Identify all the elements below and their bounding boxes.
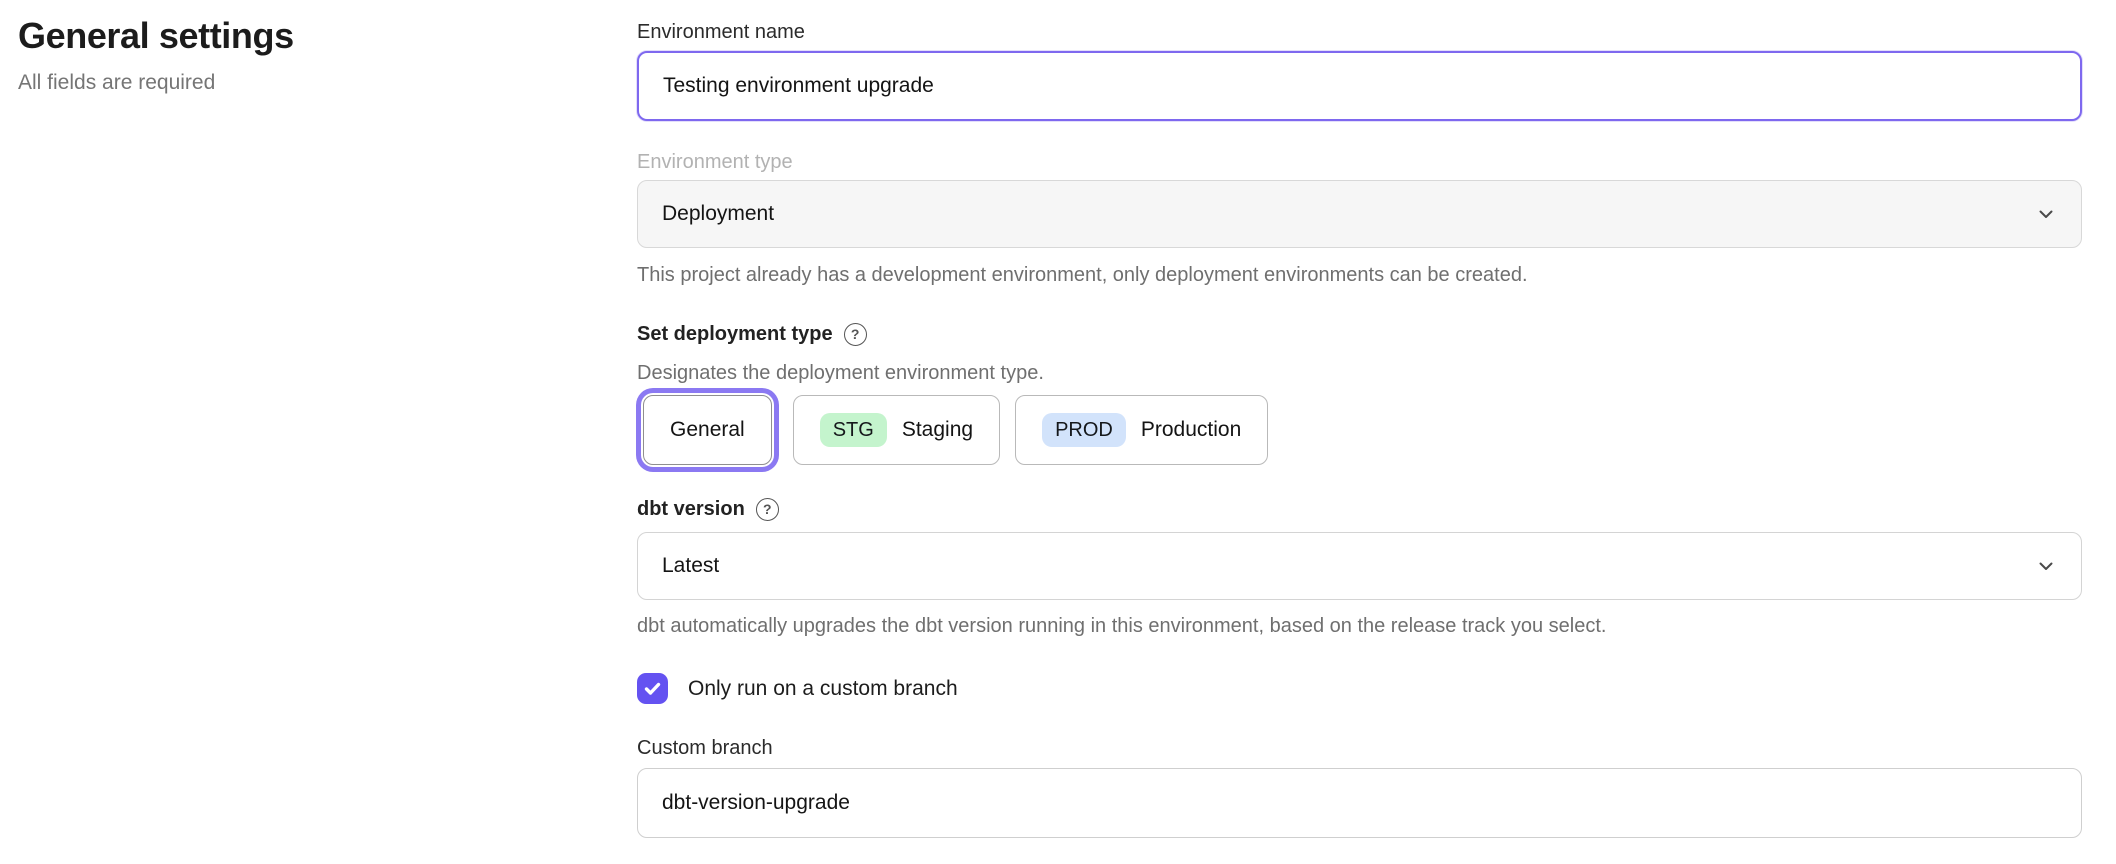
- custom-branch-toggle-row: Only run on a custom branch: [637, 673, 2082, 704]
- custom-branch-checkbox[interactable]: [637, 673, 668, 704]
- deployment-type-label: Set deployment type: [637, 320, 833, 348]
- environment-type-value: Deployment: [662, 202, 774, 226]
- environment-settings-form: Environment name Environment type Deploy…: [637, 0, 2082, 838]
- deployment-type-general-label: General: [670, 418, 745, 442]
- prod-badge: PROD: [1042, 413, 1126, 447]
- environment-type-select: Deployment: [637, 180, 2082, 248]
- dbt-version-helper: dbt automatically upgrades the dbt versi…: [637, 612, 2082, 640]
- chevron-down-icon: [2035, 555, 2057, 577]
- dbt-version-label: dbt version: [637, 495, 745, 523]
- environment-name-label: Environment name: [637, 18, 2082, 46]
- environment-type-label: Environment type: [637, 148, 2082, 176]
- help-icon[interactable]: ?: [844, 323, 867, 346]
- deployment-type-production-label: Production: [1141, 418, 1241, 442]
- page-subtitle: All fields are required: [18, 70, 294, 96]
- environment-name-input[interactable]: [637, 51, 2082, 121]
- settings-header: General settings All fields are required: [18, 14, 294, 96]
- dbt-version-select[interactable]: Latest: [637, 532, 2082, 600]
- help-icon[interactable]: ?: [756, 498, 779, 521]
- deployment-type-options: General STG Staging PROD Production: [637, 395, 2082, 465]
- custom-branch-toggle-label[interactable]: Only run on a custom branch: [688, 677, 958, 701]
- check-icon: [643, 679, 662, 698]
- deployment-type-staging-label: Staging: [902, 418, 973, 442]
- deployment-type-staging-button[interactable]: STG Staging: [793, 395, 1000, 465]
- page-title: General settings: [18, 14, 294, 58]
- deployment-type-helper: Designates the deployment environment ty…: [637, 359, 2082, 387]
- dbt-version-value: Latest: [662, 554, 719, 578]
- environment-type-helper: This project already has a development e…: [637, 261, 2082, 289]
- deployment-type-production-button[interactable]: PROD Production: [1015, 395, 1268, 465]
- stg-badge: STG: [820, 413, 887, 447]
- custom-branch-input[interactable]: [637, 768, 2082, 838]
- deployment-type-general-button[interactable]: General: [643, 395, 772, 465]
- custom-branch-label: Custom branch: [637, 734, 2082, 762]
- chevron-down-icon: [2035, 203, 2057, 225]
